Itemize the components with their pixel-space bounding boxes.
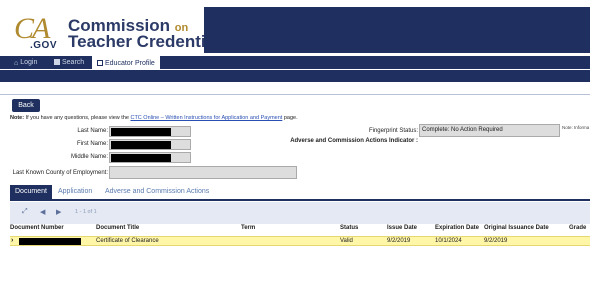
main-nav: ⌂ Login Search Educator Profile — [0, 56, 590, 69]
back-button[interactable]: Back — [12, 99, 40, 112]
note-information-truncated: Note: Informa — [562, 125, 590, 130]
pager-info: 1 - 1 of 1 — [75, 209, 97, 215]
last-name-label: Last Name: — [77, 128, 108, 134]
county-field — [109, 166, 297, 179]
expand-row-chevron-icon[interactable]: › — [11, 237, 13, 244]
tab-document[interactable]: Document — [10, 185, 52, 199]
help-note: Note: If you have any questions, please … — [10, 115, 298, 121]
tab-underline — [10, 199, 590, 201]
prev-page-icon[interactable]: ◀ — [40, 208, 45, 216]
col-issue-date[interactable]: Issue Date — [387, 225, 417, 231]
site-header: CA .GOV Commission on Teacher Credential… — [0, 0, 600, 56]
main-content: Back Note: If you have any questions, pl… — [0, 94, 590, 256]
search-icon — [54, 59, 60, 65]
col-term[interactable]: Term — [241, 225, 255, 231]
last-name-redaction — [111, 128, 171, 136]
record-tabs: Document Application Adverse and Commiss… — [10, 185, 590, 199]
cell-expiration-date: 10/1/2024 — [435, 238, 462, 244]
home-icon: ⌂ — [14, 60, 19, 67]
nav-subbar — [0, 70, 590, 82]
table-row[interactable]: › Certificate of Clearance Valid 9/2/201… — [10, 236, 590, 246]
cell-original-issuance-date: 9/2/2019 — [484, 238, 508, 244]
table-header: Document Number Document Title Term Stat… — [10, 225, 590, 235]
profile-icon — [97, 60, 103, 66]
col-grade[interactable]: Grade — [569, 225, 586, 231]
middle-name-label: Middle Name: — [70, 154, 108, 160]
tab-adverse-commission-actions[interactable]: Adverse and Commission Actions — [105, 185, 209, 199]
fingerprint-status-field: Complete: No Action Required — [419, 124, 560, 137]
cell-status: Valid — [340, 238, 353, 244]
col-status[interactable]: Status — [340, 225, 358, 231]
first-name-redaction — [111, 141, 171, 149]
county-label: Last Known County of Employment: — [12, 170, 108, 176]
col-document-title[interactable]: Document Title — [96, 225, 139, 231]
next-page-icon[interactable]: ▶ — [56, 208, 61, 216]
expand-icon[interactable]: ⤢ — [22, 208, 28, 216]
nav-item-login[interactable]: ⌂ Login — [14, 56, 37, 69]
grid-toolbar: ⤢ ◀ ▶ 1 - 1 of 1 — [10, 202, 590, 224]
nav-item-educator-profile[interactable]: Educator Profile — [92, 56, 160, 69]
header-banner — [204, 7, 590, 53]
ca-gov-logo[interactable]: CA .GOV — [10, 14, 68, 54]
col-document-number[interactable]: Document Number — [10, 225, 64, 231]
cell-issue-date: 9/2/2019 — [387, 238, 411, 244]
instructions-link[interactable]: CTC Online – Written Instructions for Ap… — [130, 115, 282, 121]
first-name-label: First Name: — [76, 141, 108, 147]
cell-document-title: Certificate of Clearance — [96, 238, 159, 244]
logo-gov-text: .GOV — [30, 40, 58, 51]
adverse-actions-indicator-label: Adverse and Commission Actions Indicator… — [290, 138, 418, 144]
fingerprint-status-label: Fingerprint Status: — [368, 128, 418, 134]
document-number-redaction — [19, 238, 81, 245]
middle-name-redaction — [111, 154, 171, 162]
col-expiration-date[interactable]: Expiration Date — [435, 225, 479, 231]
nav-item-search[interactable]: Search — [54, 56, 84, 69]
tab-application[interactable]: Application — [58, 185, 92, 199]
col-original-issuance-date[interactable]: Original Issuance Date — [484, 225, 549, 231]
